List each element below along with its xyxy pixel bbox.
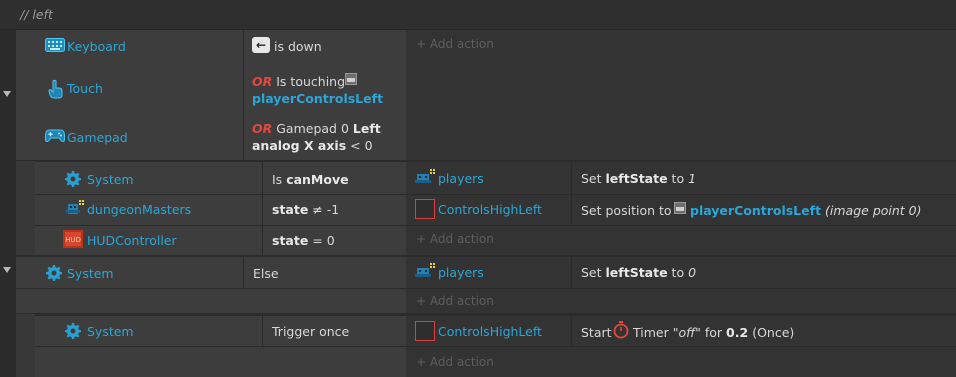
action-text[interactable]: Set leftState to 1 bbox=[581, 171, 696, 186]
condition-text[interactable]: Is canMove bbox=[272, 172, 349, 187]
comment-row[interactable]: // left bbox=[0, 0, 956, 30]
action-object-players[interactable]: players bbox=[438, 265, 484, 280]
add-action-button[interactable]: + Add action bbox=[416, 232, 494, 246]
svg-text:HUD: HUD bbox=[65, 236, 81, 244]
condition-text[interactable]: is down bbox=[274, 39, 322, 54]
condition-object-system[interactable]: System bbox=[87, 172, 134, 187]
controls-high-left-icon bbox=[415, 321, 435, 341]
gear-icon bbox=[46, 265, 62, 281]
gear-icon bbox=[65, 171, 81, 187]
add-action-button[interactable]: + Add action bbox=[416, 37, 494, 51]
condition-object-gamepad[interactable]: Gamepad bbox=[67, 130, 128, 145]
action-text[interactable]: Timer "off" for 0.2 (Once) bbox=[633, 325, 794, 340]
action-object-controlshighleft[interactable]: ControlsHighLeft bbox=[438, 324, 542, 339]
condition-text[interactable]: state ≠ -1 bbox=[272, 202, 339, 217]
touch-hand-icon bbox=[48, 79, 63, 99]
condition-object-touch[interactable]: Touch bbox=[67, 81, 103, 96]
condition-target-object[interactable]: playerControlsLeft bbox=[252, 91, 383, 106]
gamepad-icon bbox=[45, 129, 65, 143]
condition-text-line2[interactable]: analog X axis < 0 bbox=[252, 138, 373, 153]
condition-object-system[interactable]: System bbox=[87, 324, 134, 339]
players-sprite-icon bbox=[415, 263, 435, 277]
collapse-toggle-icon[interactable] bbox=[3, 91, 11, 97]
action-text[interactable]: Set leftState to 0 bbox=[581, 265, 696, 280]
keyboard-icon bbox=[45, 38, 65, 52]
left-arrow-key-icon: ← bbox=[252, 37, 270, 53]
sprite-icon bbox=[674, 202, 686, 214]
condition-object-keyboard[interactable]: Keyboard bbox=[67, 39, 126, 54]
dungeon-masters-sprite-icon bbox=[66, 200, 84, 214]
action-text[interactable]: Set position to bbox=[581, 203, 672, 218]
add-action-button[interactable]: + Add action bbox=[416, 294, 494, 308]
action-object-controlshighleft[interactable]: ControlsHighLeft bbox=[438, 202, 542, 217]
condition-text[interactable]: Else bbox=[253, 266, 279, 281]
condition-text[interactable]: Trigger once bbox=[272, 324, 349, 339]
hud-controller-icon: HUD bbox=[63, 230, 83, 248]
collapse-toggle-icon[interactable] bbox=[3, 267, 11, 273]
timer-stopwatch-icon bbox=[613, 321, 629, 339]
condition-text[interactable]: state = 0 bbox=[272, 233, 335, 248]
comment-text: // left bbox=[20, 7, 53, 22]
add-action-button[interactable]: + Add action bbox=[416, 355, 494, 369]
players-sprite-icon bbox=[415, 169, 435, 183]
condition-object-system[interactable]: System bbox=[67, 266, 114, 281]
action-object-players[interactable]: players bbox=[438, 171, 484, 186]
condition-text[interactable]: OR Gamepad 0 Left bbox=[252, 121, 381, 136]
sprite-icon bbox=[345, 73, 357, 85]
gear-icon bbox=[65, 323, 81, 339]
condition-object-hudcontroller[interactable]: HUDController bbox=[87, 233, 177, 248]
action-target-text[interactable]: playerControlsLeft (image point 0) bbox=[690, 203, 922, 218]
condition-text[interactable]: OR Is touching bbox=[252, 74, 345, 89]
action-text-start[interactable]: Start bbox=[581, 325, 612, 340]
condition-object-dungeonmasters[interactable]: dungeonMasters bbox=[87, 202, 191, 217]
controls-high-left-icon bbox=[415, 199, 435, 219]
